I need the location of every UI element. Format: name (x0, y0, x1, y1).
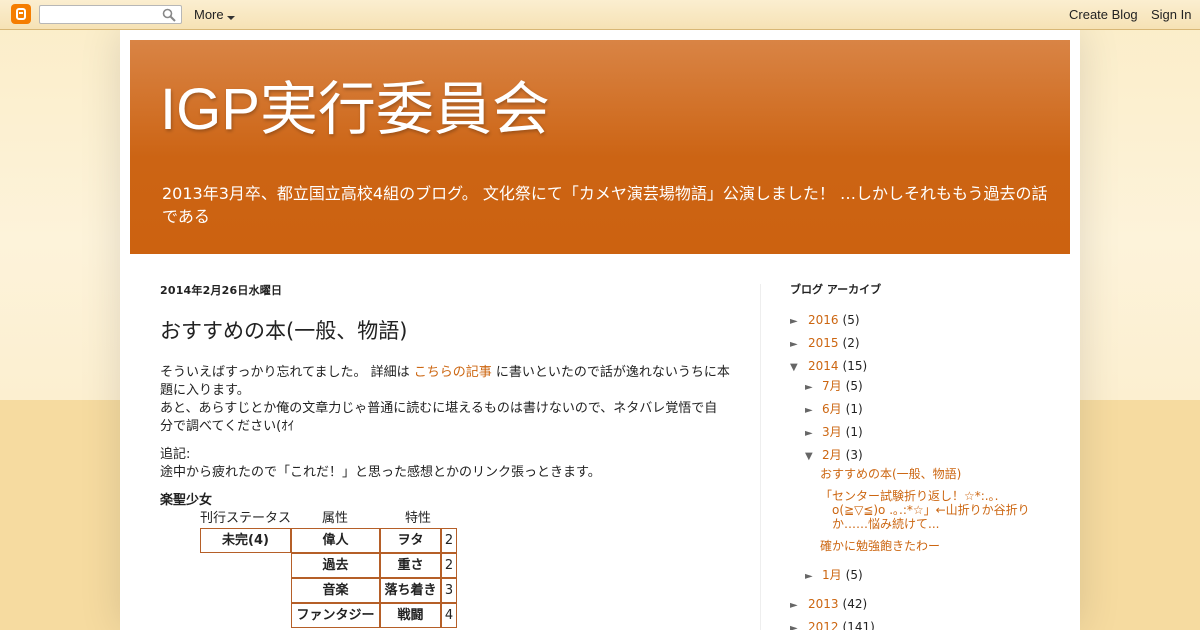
search-icon[interactable] (162, 8, 176, 22)
table-header-row: 刊行ステータス 属性 特性 (200, 510, 730, 528)
post-title[interactable]: おすすめの本(一般、物語) (160, 318, 730, 344)
blog-header: IGP実行委員会 2013年3月卒、都立国立高校4組のブログ。 文化祭にて「カメ… (130, 40, 1070, 254)
archive-year: ▼ 2014 (15) (790, 358, 1050, 378)
archive-month-link[interactable]: 6月 (822, 402, 842, 416)
expand-toggle-icon[interactable]: ► (805, 569, 819, 585)
table-cell-trait: 重さ (380, 553, 441, 578)
book-stat-table: 刊行ステータス 属性 特性 未完(4) 偉人 ヲタ 2 過去 重さ 2 音楽 落… (200, 510, 730, 630)
blog-description: 2013年3月卒、都立国立高校4組のブログ。 文化祭にて「カメヤ演芸場物語」公演… (162, 184, 1048, 226)
table-cell-attribute: 音楽 (291, 578, 380, 603)
table-cell-score: 2 (441, 528, 457, 553)
archive-count: (5) (845, 379, 863, 393)
table-cell-score: 2 (441, 553, 457, 578)
archive-month: ▼ 2月 (3) (790, 447, 1050, 467)
archive-month: ► 1月 (5) (790, 567, 1050, 590)
archive-year: ► 2012 (141) (790, 619, 1050, 630)
book-title: 楽聖少女 (160, 493, 213, 508)
archive-month: ► 7月 (5) (790, 378, 1050, 401)
archive-year-link[interactable]: 2014 (808, 359, 839, 373)
archive-year: ► 2013 (42) (790, 596, 1050, 619)
archive-year: ► 2016 (5) (790, 312, 1050, 335)
post-paragraph-2: 追記: 途中から疲れたので「これだ！」と思った感想とかのリンク張っときます。 (160, 446, 730, 482)
archive-post-link[interactable]: 確かに勉強飽きたわー (790, 539, 1050, 553)
archive-month: ► 6月 (1) (790, 401, 1050, 424)
archive-count: (1) (845, 425, 863, 439)
table-header: 特性 (405, 511, 432, 526)
blogger-logo-icon[interactable] (11, 4, 31, 24)
archive-count: (42) (842, 597, 868, 611)
archive-count: (5) (845, 568, 863, 582)
table-cell-trait: 落ち着き (380, 578, 441, 603)
table-header: 刊行ステータス (200, 511, 292, 526)
expand-toggle-icon[interactable]: ► (790, 314, 804, 330)
sign-in-link[interactable]: Sign In (1151, 7, 1191, 22)
post-paragraph-1: そういえばすっかり忘れてました。 詳細は こちらの記事 に書いといたので話が逸れ… (160, 364, 730, 436)
archive-year: ► 2015 (2) (790, 335, 1050, 358)
archive-month: ► 3月 (1) (790, 424, 1050, 447)
archive-post-link[interactable]: おすすめの本(一般、物語) (790, 467, 1050, 481)
blogger-navbar: More Create Blog Sign In (0, 0, 1200, 30)
archive-post-link[interactable]: 「センター試験折り返し！☆*:.｡. o(≧▽≦)o .｡.:*☆」←山折りか谷… (790, 489, 1040, 531)
archive-month-link[interactable]: 3月 (822, 425, 842, 439)
archive-count: (3) (845, 448, 863, 462)
post-text: 途中から疲れたので「これだ！」と思った感想とかのリンク張っときます。 (160, 465, 601, 480)
collapse-toggle-icon[interactable]: ▼ (805, 449, 819, 465)
table-cell-attribute: ファンタジー (291, 603, 380, 628)
chevron-down-icon (226, 16, 235, 20)
table-header: 属性 (322, 511, 349, 526)
post-body: そういえばすっかり忘れてました。 詳細は こちらの記事 に書いといたので話が逸れ… (160, 364, 730, 630)
article-link[interactable]: こちらの記事 (414, 365, 492, 380)
expand-toggle-icon[interactable]: ► (790, 337, 804, 353)
archive-count: (15) (842, 359, 868, 373)
collapse-toggle-icon[interactable]: ▼ (790, 360, 804, 376)
post-date: 2014年2月26日水曜日 (160, 284, 283, 297)
archive-count: (141) (842, 620, 875, 630)
table-cell-attribute: 過去 (291, 553, 380, 578)
expand-toggle-icon[interactable]: ► (805, 426, 819, 442)
table-cell-trait: 戦闘 (380, 603, 441, 628)
content-container: IGP実行委員会 2013年3月卒、都立国立高校4組のブログ。 文化祭にて「カメ… (120, 30, 1080, 630)
table-cell-score: 3 (441, 578, 457, 603)
archive-year-link[interactable]: 2012 (808, 620, 839, 630)
archive-count: (2) (842, 336, 860, 350)
more-label: More (194, 7, 224, 22)
more-menu-button[interactable]: More (194, 7, 235, 22)
post-text: そういえばすっかり忘れてました。 詳細は (160, 365, 414, 380)
create-blog-link[interactable]: Create Blog (1069, 7, 1138, 22)
table-cell-score: 4 (441, 603, 457, 628)
archive-month-link[interactable]: 2月 (822, 448, 842, 462)
archive-year-link[interactable]: 2013 (808, 597, 839, 611)
post-text: 追記: (160, 447, 191, 462)
sidebar-title: ブログ アーカイブ (790, 283, 882, 296)
archive-year-link[interactable]: 2016 (808, 313, 839, 327)
archive-count: (1) (845, 402, 863, 416)
archive-count: (5) (842, 313, 860, 327)
expand-toggle-icon[interactable]: ► (805, 380, 819, 396)
post-text: あと、あらすじとか俺の文章力じゃ普通に読むに堪えるものは書けないので、ネタバレ覚… (160, 401, 718, 434)
table-cell-trait: ヲタ (380, 528, 441, 553)
archive-year-link[interactable]: 2015 (808, 336, 839, 350)
blog-title[interactable]: IGP実行委員会 (160, 62, 550, 146)
main-column: 2014年2月26日水曜日 おすすめの本(一般、物語) そういえばすっかり忘れて… (160, 282, 730, 630)
archive-month-link[interactable]: 7月 (822, 379, 842, 393)
table-cell-attribute: 偉人 (291, 528, 380, 553)
column-divider (760, 284, 761, 630)
table-body: 未完(4) 偉人 ヲタ 2 過去 重さ 2 音楽 落ち着き 3 ファンタジー 戦… (200, 528, 730, 630)
search-input[interactable] (39, 5, 182, 24)
table-cell-status: 未完(4) (200, 528, 291, 553)
expand-toggle-icon[interactable]: ► (790, 598, 804, 614)
expand-toggle-icon[interactable]: ► (805, 403, 819, 419)
expand-toggle-icon[interactable]: ► (790, 621, 804, 630)
sidebar: ブログ アーカイブ ► 2016 (5) ► 2015 (2) ▼ 2014 (15)… (790, 282, 1050, 630)
archive-month-link[interactable]: 1月 (822, 568, 842, 582)
